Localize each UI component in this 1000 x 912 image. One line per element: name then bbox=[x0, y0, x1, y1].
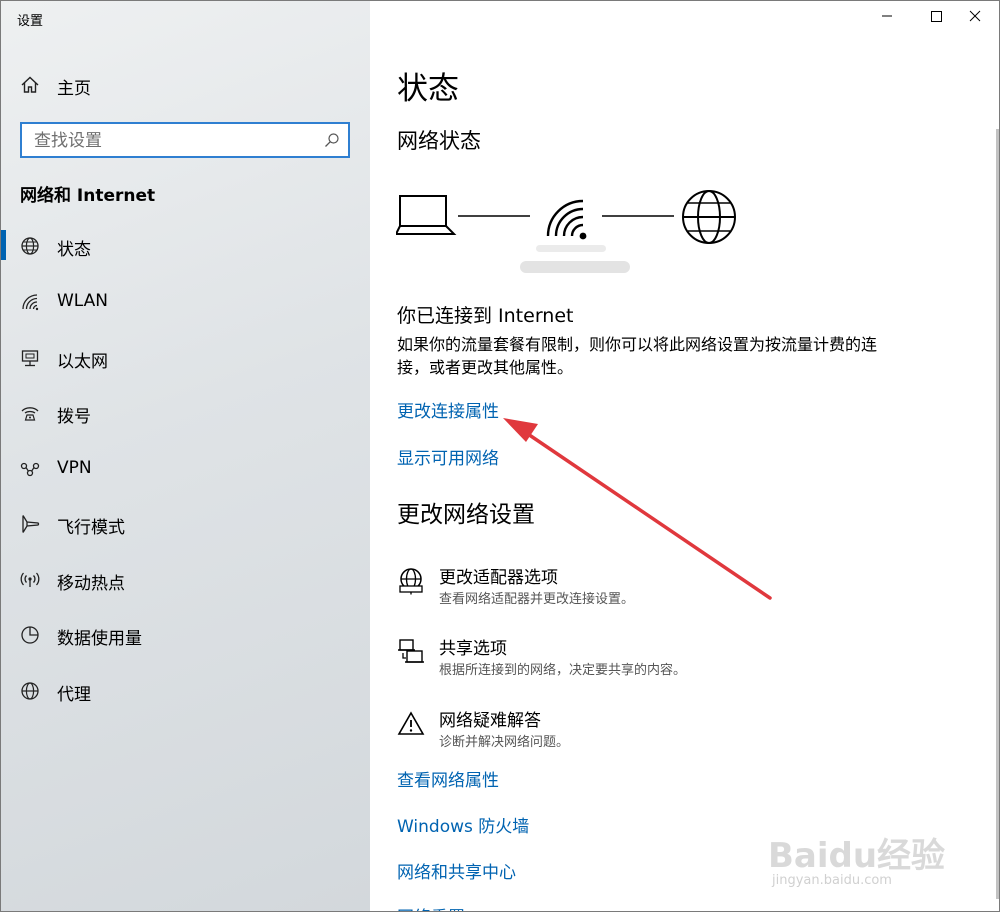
change-network-settings-heading: 更改网络设置 bbox=[397, 502, 535, 528]
globe-icon bbox=[20, 681, 40, 701]
close-icon bbox=[969, 10, 981, 22]
sidebar: 设置 主页 网络和 Internet 状态 WLAN bbox=[1, 1, 370, 911]
close-button[interactable] bbox=[953, 1, 999, 31]
home-icon bbox=[20, 75, 40, 95]
connection-status-title: 你已连接到 Internet bbox=[397, 305, 574, 327]
warning-icon bbox=[397, 710, 425, 738]
option-description: 诊断并解决网络问题。 bbox=[439, 735, 570, 750]
network-sharing-center-link[interactable]: 网络和共享中心 bbox=[397, 858, 516, 883]
sharing-icon bbox=[397, 638, 425, 666]
minimize-icon bbox=[882, 15, 892, 17]
sidebar-item-mobile-hotspot[interactable]: 移动热点 bbox=[1, 560, 370, 600]
connection-status-description: 如果你的流量套餐有限制，则你可以将此网络设置为按流量计费的连接，或者更改其他属性… bbox=[397, 335, 878, 377]
wifi-icon bbox=[20, 292, 40, 312]
sidebar-item-label: 以太网 bbox=[57, 352, 108, 372]
show-available-networks-link[interactable]: 显示可用网络 bbox=[397, 444, 499, 469]
globe-icon bbox=[20, 236, 40, 256]
view-network-properties-link[interactable]: 查看网络属性 bbox=[397, 766, 499, 791]
adapter-icon bbox=[397, 567, 425, 595]
sidebar-item-proxy[interactable]: 代理 bbox=[1, 671, 370, 711]
search-input[interactable] bbox=[32, 129, 316, 153]
network-name-blur bbox=[520, 245, 630, 273]
sidebar-item-status[interactable]: 状态 bbox=[1, 226, 370, 266]
home-label: 主页 bbox=[57, 79, 91, 99]
dialup-icon bbox=[20, 403, 40, 423]
change-connection-properties-link[interactable]: 更改连接属性 bbox=[397, 397, 499, 422]
airplane-icon bbox=[20, 514, 40, 534]
sidebar-item-dialup[interactable]: 拨号 bbox=[1, 393, 370, 433]
sidebar-item-airplane-mode[interactable]: 飞行模式 bbox=[1, 504, 370, 544]
settings-window: 设置 主页 网络和 Internet 状态 WLAN bbox=[0, 0, 1000, 912]
sidebar-item-label: 移动热点 bbox=[57, 574, 125, 594]
sidebar-item-label: 拨号 bbox=[57, 407, 91, 427]
option-title: 网络疑难解答 bbox=[439, 711, 541, 731]
ethernet-icon bbox=[20, 348, 40, 368]
sidebar-item-label: 数据使用量 bbox=[57, 629, 142, 649]
network-troubleshooter-item[interactable]: 网络疑难解答 诊断并解决网络问题。 bbox=[397, 706, 957, 756]
option-description: 查看网络适配器并更改连接设置。 bbox=[439, 592, 635, 607]
sharing-options-item[interactable]: 共享选项 根据所连接到的网络，决定要共享的内容。 bbox=[397, 634, 957, 684]
sidebar-item-label: 飞行模式 bbox=[57, 518, 125, 538]
search-field[interactable] bbox=[20, 122, 350, 158]
globe-icon bbox=[682, 190, 736, 244]
data-usage-icon bbox=[20, 625, 40, 645]
sidebar-item-label: VPN bbox=[57, 458, 92, 478]
sidebar-item-label: WLAN bbox=[57, 291, 109, 311]
sidebar-item-label: 状态 bbox=[57, 240, 91, 260]
sidebar-item-ethernet[interactable]: 以太网 bbox=[1, 338, 370, 378]
sidebar-item-vpn[interactable]: VPN bbox=[1, 449, 370, 489]
wifi-signal-icon bbox=[546, 199, 587, 240]
sidebar-item-wlan[interactable]: WLAN bbox=[1, 282, 370, 322]
sidebar-item-data-usage[interactable]: 数据使用量 bbox=[1, 615, 370, 655]
page-title: 状态 bbox=[397, 71, 459, 107]
windows-firewall-link[interactable]: Windows 防火墙 bbox=[397, 812, 529, 837]
laptop-icon bbox=[396, 195, 457, 235]
minimize-button[interactable] bbox=[864, 1, 910, 31]
main-content: 状态 网络状态 你已连接到 Internet 如果你的流量套餐有限制，则你可以将… bbox=[370, 1, 999, 911]
hotspot-icon bbox=[20, 570, 40, 590]
option-title: 共享选项 bbox=[439, 639, 507, 659]
option-title: 更改适配器选项 bbox=[439, 568, 558, 588]
vpn-icon bbox=[20, 459, 40, 479]
scrollbar[interactable] bbox=[996, 129, 999, 899]
network-reset-link[interactable]: 网络重置 bbox=[397, 903, 465, 911]
network-status-heading: 网络状态 bbox=[397, 129, 481, 153]
sidebar-item-label: 代理 bbox=[57, 685, 91, 705]
app-title: 设置 bbox=[17, 14, 44, 29]
adapter-options-item[interactable]: 更改适配器选项 查看网络适配器并更改连接设置。 bbox=[397, 563, 957, 613]
option-description: 根据所连接到的网络，决定要共享的内容。 bbox=[439, 663, 687, 678]
search-icon[interactable] bbox=[324, 132, 340, 148]
section-title: 网络和 Internet bbox=[20, 186, 156, 206]
network-status-diagram bbox=[396, 190, 736, 273]
home-button[interactable]: 主页 bbox=[1, 65, 370, 105]
